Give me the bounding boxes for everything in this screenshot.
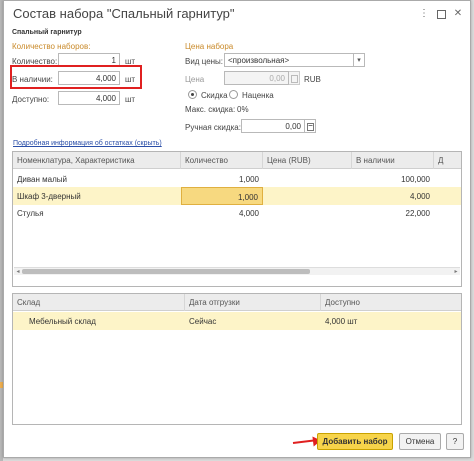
- horizontal-scrollbar[interactable]: ◂ ▸: [14, 267, 460, 275]
- price-label: Цена: [185, 75, 205, 84]
- calculator-icon[interactable]: [305, 119, 316, 133]
- markup-option-label: Наценка: [242, 91, 274, 100]
- column-header[interactable]: Дата отгрузки: [185, 294, 321, 311]
- item-price[interactable]: [263, 204, 352, 222]
- cancel-button[interactable]: Отмена: [399, 433, 441, 450]
- price-input: 0,00: [224, 71, 289, 85]
- table-row[interactable]: Диван малый 1,000 100,000: [13, 170, 461, 188]
- scroll-left-icon[interactable]: ◂: [14, 268, 22, 276]
- in-stock-unit: шт: [125, 75, 136, 84]
- table-row[interactable]: Мебельный склад Сейчас 4,000 шт: [13, 312, 461, 330]
- table-row[interactable]: Стулья 4,000 22,000: [13, 204, 461, 222]
- item-in-stock: 100,000: [401, 175, 430, 184]
- scroll-right-icon[interactable]: ▸: [452, 268, 460, 276]
- available-label: Доступно:: [12, 95, 50, 104]
- available-unit: шт: [125, 95, 136, 104]
- column-header[interactable]: Склад: [13, 294, 185, 311]
- help-button[interactable]: ?: [446, 433, 464, 450]
- column-header[interactable]: Доступно: [321, 294, 461, 311]
- item-in-stock: 22,000: [405, 209, 430, 218]
- manual-discount-input[interactable]: 0,00: [241, 119, 305, 133]
- discount-option-label: Скидка: [201, 91, 228, 100]
- item-quantity[interactable]: 1,000: [181, 187, 263, 205]
- item-price[interactable]: [263, 187, 352, 205]
- window-title: Состав набора "Спальный гарнитур": [13, 6, 235, 21]
- more-vertical-icon[interactable]: ⋮: [417, 8, 431, 20]
- price-type-value: <произвольная>: [228, 56, 290, 65]
- warehouse-name: Мебельный склад: [29, 317, 96, 326]
- chevron-down-icon[interactable]: ▾: [354, 53, 365, 67]
- item-quantity[interactable]: 4,000: [181, 204, 263, 222]
- price-type-select[interactable]: <произвольная>: [224, 53, 354, 67]
- items-table-header: Номенклатура, Характеристика Количество …: [13, 152, 461, 169]
- max-discount-label: Макс. скидка:: [185, 105, 236, 114]
- dialog-window: Состав набора "Спальный гарнитур" ⋮ ✕ Сп…: [3, 0, 471, 458]
- column-header[interactable]: Номенклатура, Характеристика: [13, 152, 181, 169]
- price-group-label: Цена набора: [185, 42, 234, 51]
- item-price[interactable]: [263, 170, 352, 188]
- add-set-button[interactable]: Добавить набор: [317, 433, 393, 450]
- table-row[interactable]: Шкаф 3-дверный 1,000 4,000: [13, 187, 461, 205]
- discount-radio[interactable]: [188, 90, 197, 99]
- column-header[interactable]: Количество: [181, 152, 263, 169]
- item-quantity[interactable]: 1,000: [181, 170, 263, 188]
- item-name: Стулья: [17, 209, 44, 218]
- price-type-label: Вид цены:: [185, 57, 224, 66]
- maximize-icon[interactable]: [434, 8, 448, 20]
- stock-table-header: Склад Дата отгрузки Доступно: [13, 294, 461, 311]
- title-bar: Состав набора "Спальный гарнитур" ⋮ ✕: [4, 1, 470, 27]
- manual-discount-label: Ручная скидка:: [185, 123, 241, 132]
- available-quantity: 4,000 шт: [325, 317, 358, 326]
- close-icon[interactable]: ✕: [451, 8, 465, 20]
- column-header[interactable]: Цена (RUB): [263, 152, 352, 169]
- in-stock-field: 4,000: [58, 71, 120, 85]
- column-header[interactable]: В наличии: [352, 152, 434, 169]
- max-discount-value: 0%: [237, 105, 249, 114]
- shipment-date: Сейчас: [189, 317, 217, 326]
- calculator-icon: [289, 71, 300, 85]
- items-table: Номенклатура, Характеристика Количество …: [12, 151, 462, 287]
- column-header[interactable]: Д: [434, 152, 461, 169]
- quantity-group-label: Количество наборов:: [12, 42, 91, 51]
- scrollbar-thumb[interactable]: [22, 269, 310, 274]
- item-name: Диван малый: [17, 175, 67, 184]
- item-name: Шкаф 3-дверный: [17, 192, 81, 201]
- details-link[interactable]: Подробная информация об остатках (скрыть…: [13, 140, 162, 147]
- markup-radio[interactable]: [229, 90, 238, 99]
- currency-label: RUB: [304, 75, 321, 84]
- stock-table: Склад Дата отгрузки Доступно Мебельный с…: [12, 293, 462, 425]
- in-stock-label: В наличии:: [12, 75, 53, 84]
- section-name: Спальный гарнитур: [12, 29, 82, 36]
- available-field: 4,000: [58, 91, 120, 105]
- item-in-stock: 4,000: [409, 192, 430, 201]
